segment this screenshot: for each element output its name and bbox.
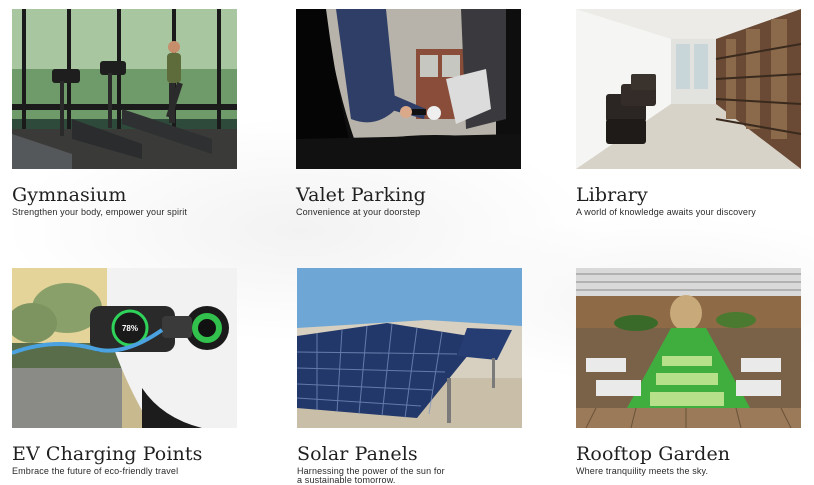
gymnasium-photo	[12, 9, 237, 169]
amenity-card-ev-charging[interactable]: 78% EV Charging Points Embrace the futur…	[12, 268, 237, 476]
amenity-subtitle: A world of knowledge awaits your discove…	[576, 207, 756, 217]
valet-parking-photo	[296, 9, 521, 169]
rooftop-garden-photo	[576, 268, 801, 428]
amenity-title: Library	[576, 184, 648, 206]
amenity-card-solar-panels[interactable]: Solar Panels Harnessing the power of the…	[297, 268, 522, 485]
amenity-title: Rooftop Garden	[576, 443, 731, 465]
ev-display-percent: 78%	[122, 324, 138, 333]
library-photo	[576, 9, 801, 169]
amenity-title: EV Charging Points	[12, 443, 203, 465]
amenity-title: Gymnasium	[12, 184, 127, 206]
amenity-title: Solar Panels	[297, 443, 418, 465]
amenity-card-gymnasium[interactable]: Gymnasium Strengthen your body, empower …	[12, 9, 237, 217]
amenity-title: Valet Parking	[296, 184, 426, 206]
amenity-subtitle: Embrace the future of eco-friendly trave…	[12, 466, 179, 476]
amenity-subtitle: Where tranquility meets the sky.	[576, 466, 709, 476]
amenity-subtitle: Harnessing the power of the sun for a su…	[297, 466, 445, 485]
amenity-subtitle: Convenience at your doorstep	[296, 207, 421, 217]
amenity-card-library[interactable]: Library A world of knowledge awaits your…	[576, 9, 801, 217]
ev-charging-photo: 78%	[12, 268, 237, 428]
amenity-subtitle: Strengthen your body, empower your spiri…	[12, 207, 188, 217]
solar-panels-photo	[297, 268, 522, 428]
amenity-card-rooftop-garden[interactable]: Rooftop Garden Where tranquility meets t…	[576, 268, 801, 476]
amenity-card-valet-parking[interactable]: Valet Parking Convenience at your doorst…	[296, 9, 521, 217]
